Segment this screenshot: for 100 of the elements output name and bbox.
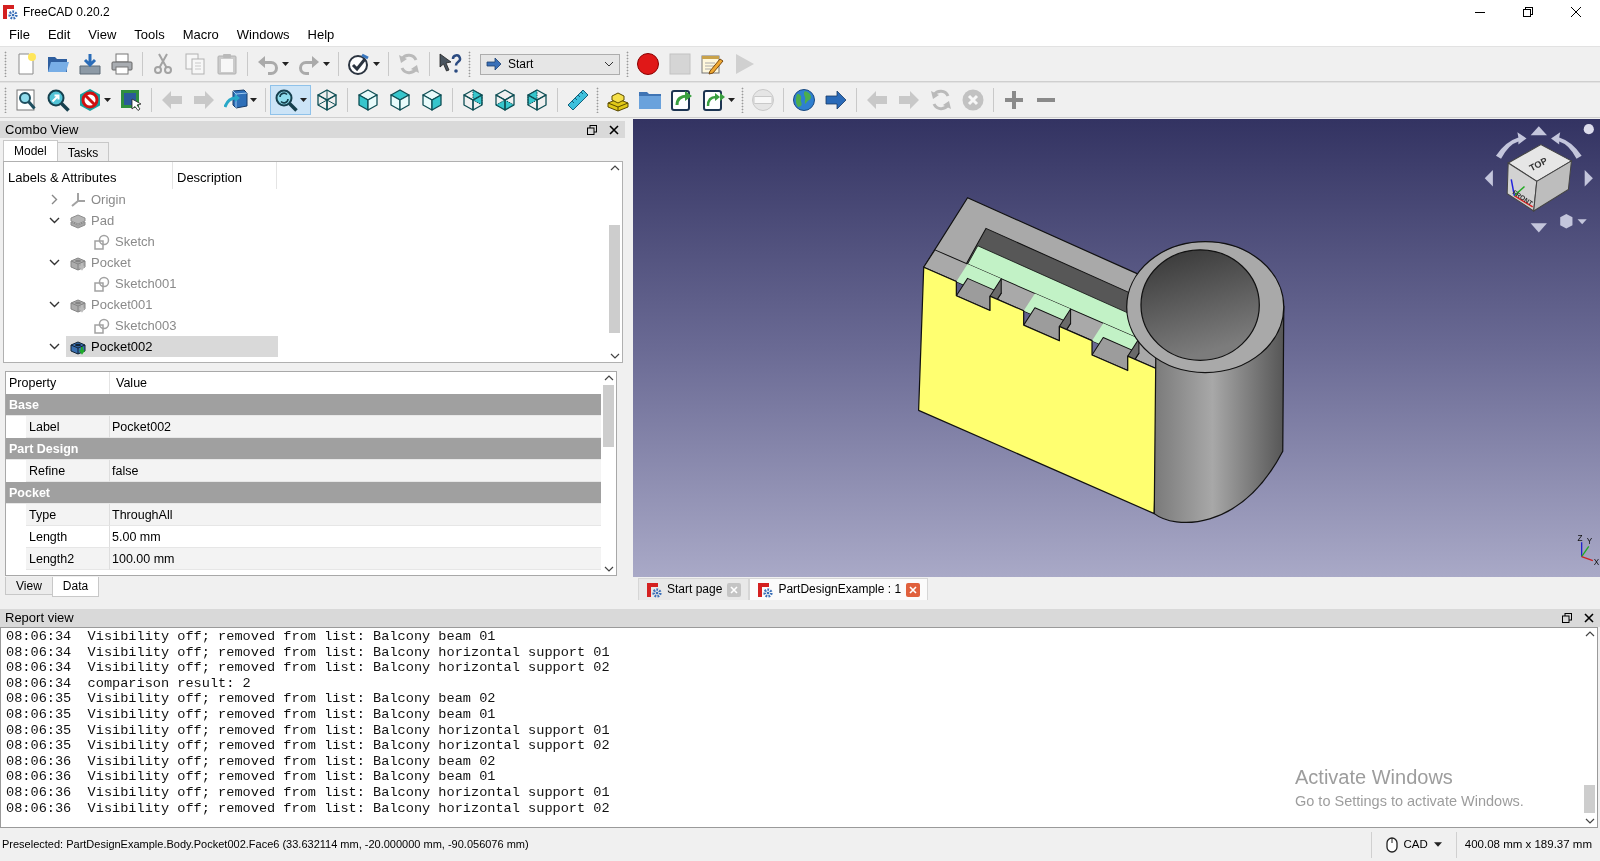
panel-title: Combo View (5, 121, 79, 138)
property-name: Type (26, 504, 110, 526)
tree-item[interactable]: Sketch (90, 231, 278, 252)
caret-icon (1433, 842, 1442, 847)
menu-item[interactable]: File (0, 25, 39, 45)
property-group-header: Pocket (6, 482, 601, 504)
window-title: FreeCAD 0.20.2 (23, 4, 110, 20)
log-line: 08:06:35 Visibility off; removed from list: Balcony horizontal support 02 (6, 738, 610, 754)
log-line: 08:06:36 Visibility off; removed from list: Balcony horizontal support 02 (6, 800, 610, 817)
chevron-down-icon[interactable] (609, 353, 620, 359)
menu-item[interactable]: Tools (125, 25, 174, 45)
workbench-dropdown[interactable]: Start (480, 53, 620, 75)
tree-item[interactable]: Pocket002 (66, 336, 278, 357)
chevron-down-icon[interactable] (49, 341, 60, 352)
tab[interactable]: Model (3, 140, 58, 161)
checkmark-circle-icon[interactable] (347, 52, 371, 76)
circle-icon[interactable] (1583, 124, 1594, 135)
document-tab[interactable]: Start page (638, 578, 750, 600)
caret-icon[interactable] (250, 98, 257, 102)
chevron-up-icon[interactable] (603, 375, 614, 381)
property-value[interactable]: false (110, 460, 601, 482)
triangle-up-icon[interactable] (1530, 126, 1547, 136)
log-line: 08:06:34 Visibility off; removed from list: Balcony beam 01 (6, 629, 496, 645)
app-logo-icon (2, 4, 18, 20)
close-icon[interactable] (1571, 7, 1581, 17)
menu-item[interactable]: View (79, 25, 126, 45)
caret-icon[interactable] (728, 98, 735, 102)
cube-face-label: TOP (1527, 155, 1549, 174)
curved-arrow-icon[interactable] (1551, 132, 1582, 159)
square-circle-icon (94, 317, 110, 334)
tree-item[interactable]: Sketch001 (90, 273, 278, 294)
property-group-header: Part Design (6, 438, 601, 460)
tab[interactable]: Tasks (56, 142, 110, 161)
scrollbar-thumb[interactable] (603, 385, 614, 447)
caret-icon[interactable] (104, 98, 111, 102)
triangle-down-icon[interactable] (1530, 223, 1547, 233)
log-line: 08:06:36 Visibility off; removed from list: Balcony beam 01 (6, 769, 496, 785)
tab[interactable]: Data (51, 577, 100, 597)
chevron-up-icon[interactable] (609, 165, 620, 171)
chevron-down-icon[interactable] (603, 566, 614, 572)
navigation-style-button[interactable]: CAD (1379, 831, 1448, 858)
float-icon[interactable] (587, 124, 597, 135)
log-line: 08:06:34 Visibility off; removed from list: Balcony horizontal support 01 (6, 644, 610, 661)
menu-item[interactable]: Help (298, 25, 344, 45)
log-line: 08:06:36 Visibility off; removed from list: Balcony beam 02 (6, 753, 496, 770)
scrollbar-thumb[interactable] (609, 225, 620, 333)
caret-icon[interactable] (373, 62, 380, 66)
block-arrow-icon (70, 338, 86, 355)
axis-label: Z (1577, 534, 1583, 544)
property-name: Length (26, 526, 110, 548)
document-tab[interactable]: PartDesignExample : 1 (749, 578, 929, 600)
toolbar-button[interactable] (270, 85, 311, 115)
magnifier-rotate-icon[interactable] (274, 88, 298, 112)
tree-item[interactable]: Pocket001 (66, 294, 278, 315)
share-arrows-icon[interactable] (702, 88, 726, 112)
axis-label: X (1593, 557, 1600, 567)
chevron-up-icon[interactable] (1584, 631, 1595, 637)
property-value[interactable]: Pocket002 (110, 416, 601, 438)
close-icon[interactable] (1584, 613, 1594, 623)
column-header[interactable]: Description (173, 162, 277, 189)
chevron-down-icon[interactable] (49, 257, 60, 268)
property-name: Label (26, 416, 110, 438)
app-logo-icon (757, 581, 774, 598)
triangle-left-icon[interactable] (1484, 170, 1493, 187)
restore-icon[interactable] (1523, 7, 1533, 17)
float-icon[interactable] (1562, 613, 1572, 623)
cube-icon[interactable] (1560, 214, 1573, 229)
tab[interactable]: View (5, 577, 53, 595)
tree-item[interactable]: Origin (66, 189, 278, 210)
property-value[interactable]: ThroughAll (110, 504, 601, 526)
curved-arrow-icon[interactable] (1495, 132, 1527, 159)
property-group-header: Base (6, 394, 601, 416)
menu-item[interactable]: Edit (38, 25, 80, 45)
property-name: Length2 (26, 548, 110, 570)
chevron-down-icon[interactable] (49, 215, 60, 226)
chevron-down-icon[interactable] (1584, 818, 1595, 824)
chevron-right-icon[interactable] (49, 194, 60, 205)
chevron-down-icon[interactable] (49, 299, 60, 310)
menu-item[interactable]: Macro (173, 25, 228, 45)
block-arrow-icon (70, 296, 86, 313)
tree-item[interactable]: Pocket (66, 252, 278, 273)
property-name: Refine (26, 460, 110, 482)
prohibition-sign-icon[interactable] (78, 88, 102, 112)
log-line: 08:06:36 Visibility off; removed from list: Balcony horizontal support 01 (6, 784, 610, 801)
tree-item[interactable]: Sketch003 (90, 315, 278, 336)
close-icon[interactable] (609, 124, 619, 135)
column-header[interactable]: Labels & Attributes (4, 162, 173, 189)
scrollbar-thumb[interactable] (1584, 785, 1595, 813)
property-value[interactable]: 100.00 mm (110, 548, 601, 570)
cube-arrow-icon[interactable] (224, 88, 248, 112)
log-line: 08:06:35 Visibility off; removed from list: Balcony beam 01 (6, 706, 496, 723)
caret-icon[interactable] (300, 98, 307, 102)
tree-item[interactable]: Pad (66, 210, 278, 231)
chevron-down-icon (604, 61, 614, 67)
log-line: 08:06:35 Visibility off; removed from list: Balcony horizontal support 01 (6, 722, 610, 739)
arrow-right-icon (486, 57, 502, 71)
log-line: 08:06:35 Visibility off; removed from list: Balcony beam 02 (6, 691, 496, 707)
menu-item[interactable]: Windows (227, 25, 299, 45)
column-header[interactable]: Value (110, 372, 154, 394)
triangle-right-icon[interactable] (1584, 170, 1593, 187)
